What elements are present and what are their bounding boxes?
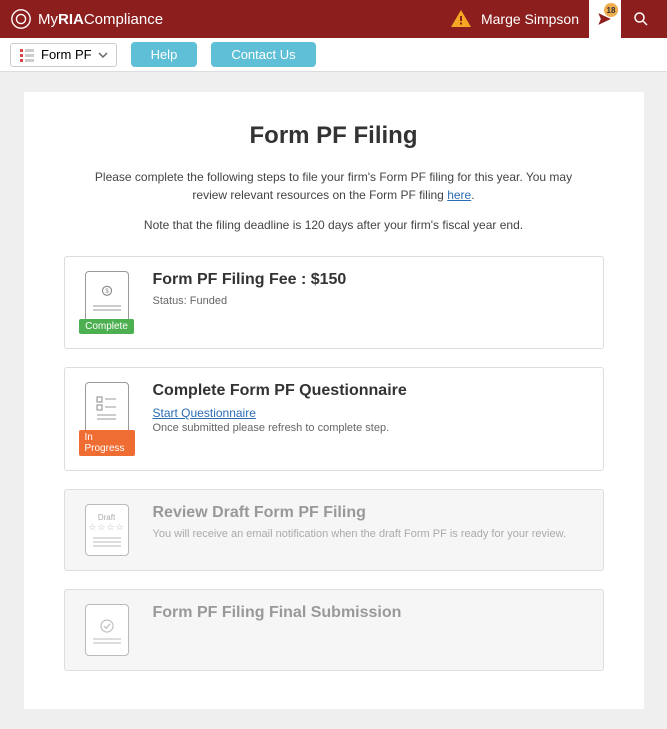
status-badge: Complete [79, 319, 134, 334]
dropdown-label: Form PF [41, 47, 92, 62]
step-title: Review Draft Form PF Filing [153, 504, 589, 522]
list-icon [19, 47, 35, 63]
user-name[interactable]: Marge Simpson [481, 11, 579, 27]
step-title: Form PF Filing Final Submission [153, 604, 589, 622]
step-status: Status: Funded [153, 295, 589, 307]
document-dollar-icon: $ [85, 271, 129, 323]
document-draft-icon: Draft ☆☆☆☆ [85, 504, 129, 556]
step-filing-fee: $ Complete Form PF Filing Fee : $150 Sta… [64, 256, 604, 349]
notification-badge: 18 [604, 3, 618, 17]
stars-icon: ☆☆☆☆ [88, 522, 124, 533]
start-questionnaire-link[interactable]: Start Questionnaire [153, 406, 589, 420]
toolbar: Form PF Help Contact Us [0, 38, 667, 72]
deadline-note: Note that the filing deadline is 120 day… [64, 218, 604, 232]
logo-icon [10, 8, 32, 30]
page-body: Form PF Filing Please complete the follo… [0, 72, 667, 729]
step-final-submission: Form PF Filing Final Submission [64, 589, 604, 671]
brand-text: MyRIACompliance [38, 11, 163, 28]
page-title: Form PF Filing [64, 122, 604, 150]
help-button[interactable]: Help [131, 42, 198, 67]
step-review-draft: Draft ☆☆☆☆ Review Draft Form PF Filing Y… [64, 489, 604, 571]
chevron-down-icon [98, 50, 108, 60]
search-button[interactable] [625, 0, 657, 38]
app-header: MyRIACompliance Marge Simpson 18 [0, 0, 667, 38]
step-sub: You will receive an email notification w… [153, 528, 589, 540]
intro-text: Please complete the following steps to f… [94, 168, 574, 204]
notifications-button[interactable]: 18 [589, 0, 621, 38]
step-title: Form PF Filing Fee : $150 [153, 271, 589, 289]
contact-us-button[interactable]: Contact Us [211, 42, 315, 67]
search-icon [632, 10, 650, 28]
status-badge: In Progress [79, 430, 135, 456]
step-title: Complete Form PF Questionnaire [153, 382, 589, 400]
main-card: Form PF Filing Please complete the follo… [24, 92, 644, 709]
warning-icon[interactable] [449, 7, 473, 31]
document-checklist-icon [85, 382, 129, 434]
intro-link[interactable]: here [447, 188, 471, 202]
step-sub: Once submitted please refresh to complet… [153, 422, 589, 434]
section-dropdown[interactable]: Form PF [10, 43, 117, 67]
document-check-icon [85, 604, 129, 656]
svg-text:$: $ [105, 289, 109, 295]
step-questionnaire: In Progress Complete Form PF Questionnai… [64, 367, 604, 471]
